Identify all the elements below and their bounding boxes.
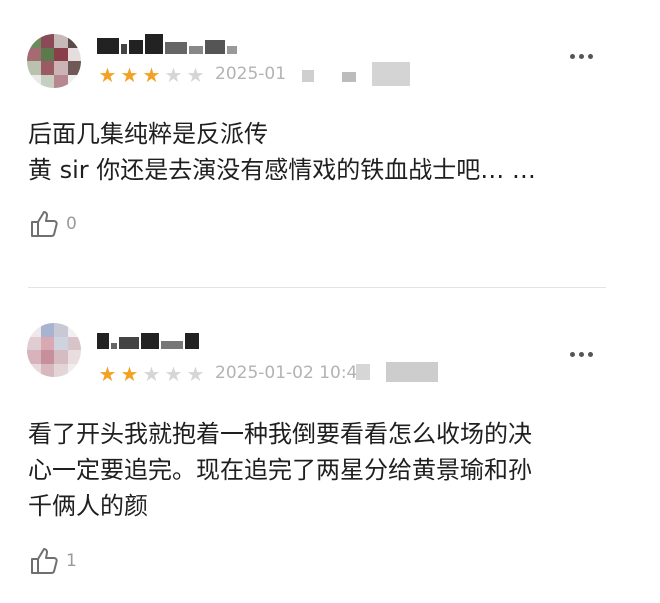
like-count: 0: [66, 214, 77, 234]
blurred-meta: [372, 62, 410, 86]
avatar-image: [27, 34, 81, 88]
divider: [28, 287, 606, 288]
more-dots-icon: [570, 54, 575, 59]
username[interactable]: [97, 34, 237, 54]
star-icon: ★: [120, 362, 139, 386]
star-icon: ★: [186, 362, 205, 386]
avatar[interactable]: [27, 323, 81, 377]
blurred-meta: [386, 362, 438, 382]
avatar-image: [27, 323, 81, 377]
like-button[interactable]: 1: [28, 545, 77, 577]
like-count: 1: [66, 551, 77, 571]
star-icon: ★: [98, 63, 117, 87]
star-icon: ★: [120, 63, 139, 87]
review-text-line: 后面几集纯粹是反派传: [28, 120, 268, 148]
thumbs-up-icon: [31, 211, 58, 237]
star-icon: ★: [164, 362, 183, 386]
avatar[interactable]: [27, 34, 81, 88]
star-icon: ★: [98, 362, 117, 386]
review-date: 2025-01-02 10:4: [215, 363, 358, 383]
username[interactable]: [97, 333, 199, 349]
review-text-line: 心一定要追完。现在追完了两星分给黄景瑜和孙: [28, 456, 532, 484]
review-text: 看了开头我就抱着一种我倒要看看怎么收场的决 心一定要追完。现在追完了两星分给黄景…: [28, 416, 628, 524]
like-button[interactable]: 0: [28, 208, 77, 240]
more-options-button[interactable]: [566, 50, 597, 63]
more-dots-icon: [570, 352, 575, 357]
more-options-button[interactable]: [566, 348, 597, 361]
star-icon: ★: [186, 63, 205, 87]
review-date: 2025-01: [215, 64, 287, 84]
blurred-meta: [356, 364, 370, 380]
star-icon: ★: [142, 362, 161, 386]
blurred-meta: [302, 70, 314, 82]
review-text-line: 黄 sir 你还是去演没有感情戏的铁血战士吧… …: [28, 156, 536, 184]
blurred-meta: [342, 72, 356, 82]
rating-stars: ★ ★ ★ ★ ★: [97, 65, 206, 85]
star-icon: ★: [164, 63, 183, 87]
review-text-line: 看了开头我就抱着一种我倒要看看怎么收场的决: [28, 420, 532, 448]
star-icon: ★: [142, 63, 161, 87]
thumbs-up-icon: [31, 548, 58, 574]
review-text: 后面几集纯粹是反派传 黄 sir 你还是去演没有感情戏的铁血战士吧… …: [28, 116, 628, 188]
rating-stars: ★ ★ ★ ★ ★: [97, 364, 206, 384]
review-text-line: 千俩人的颜: [28, 492, 148, 520]
